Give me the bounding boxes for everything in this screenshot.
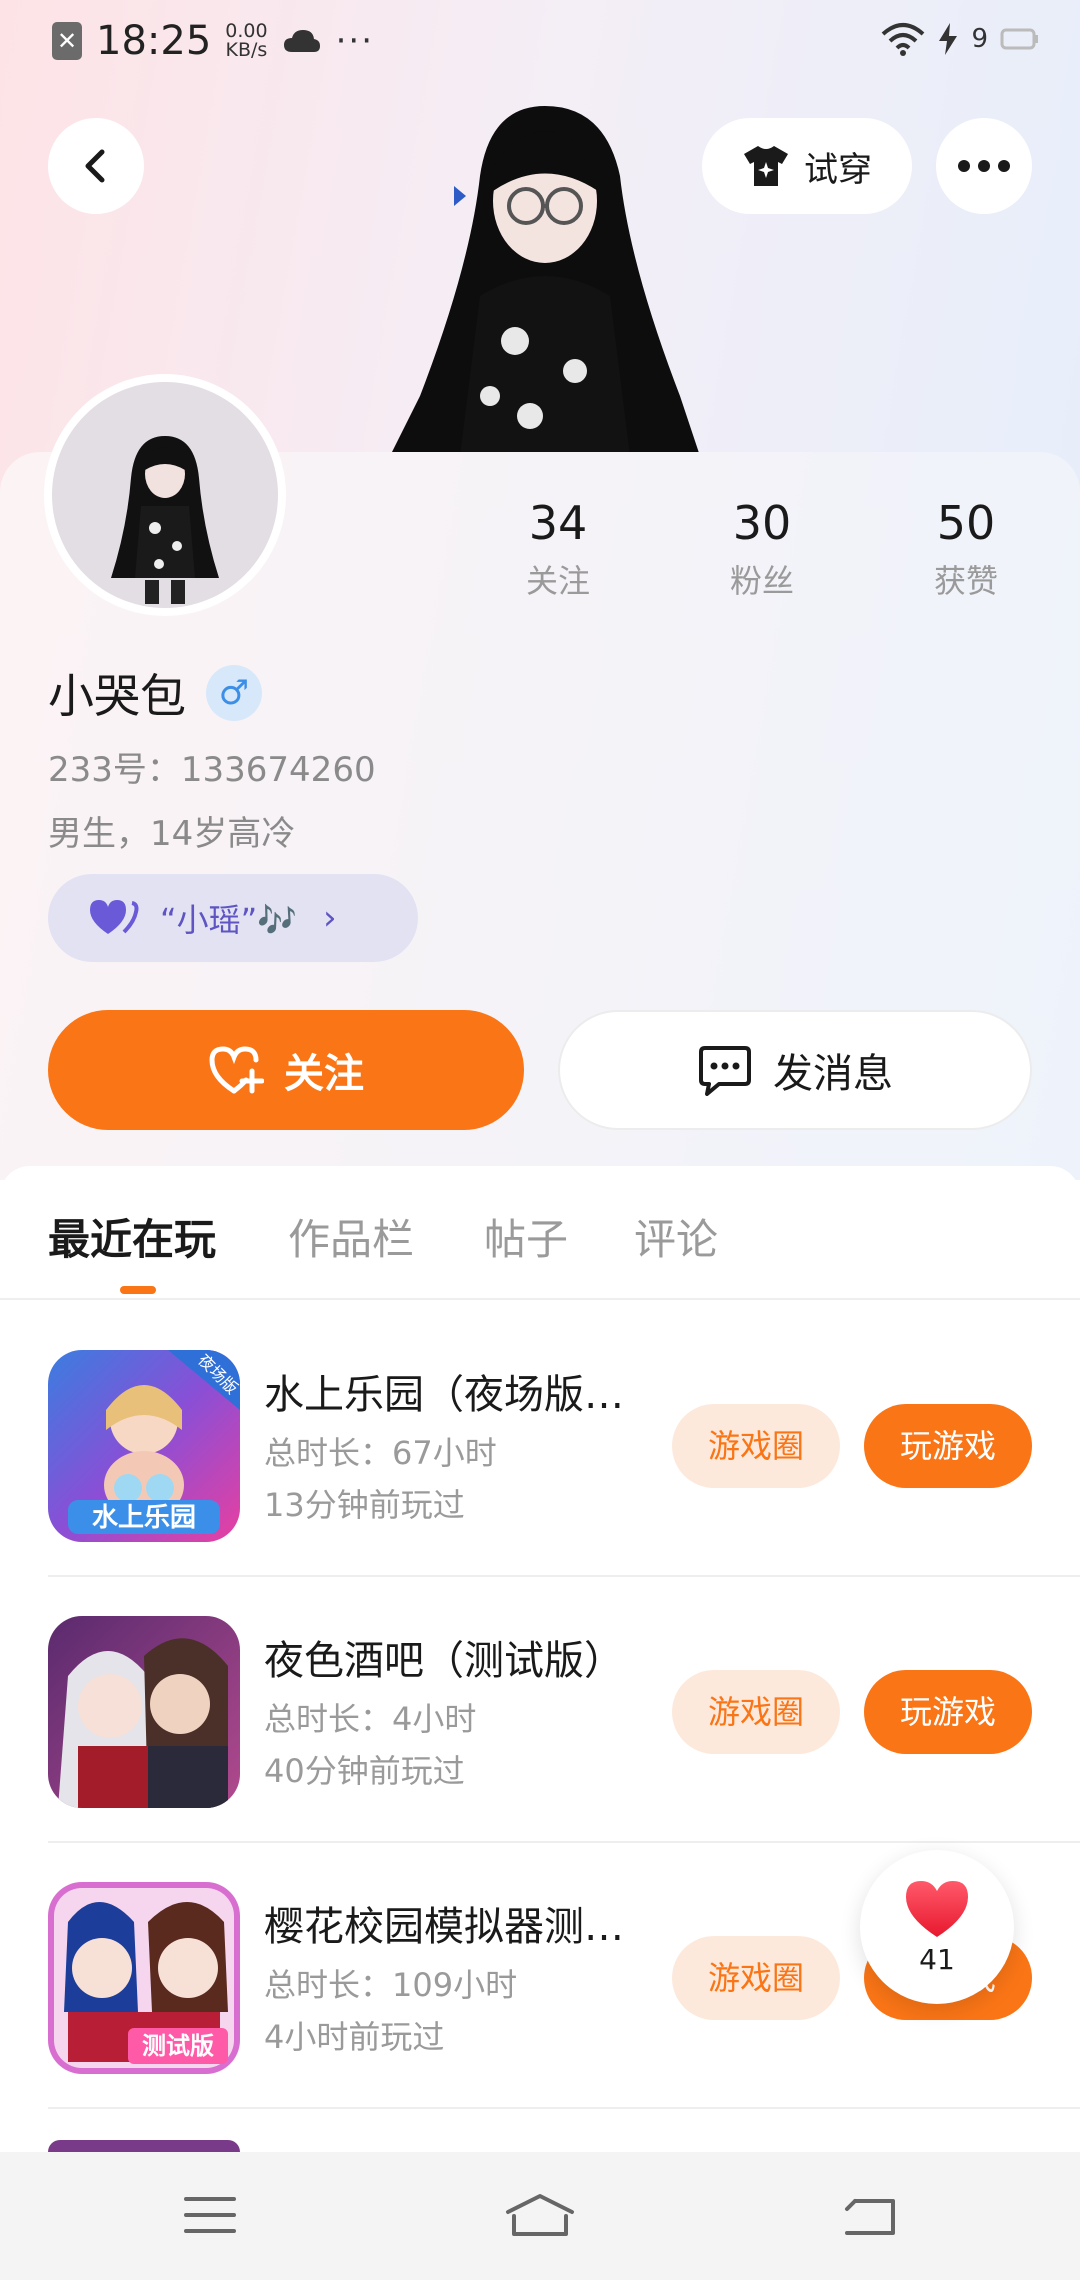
username: 小哭包 <box>48 669 186 723</box>
name-row: 小哭包 ♂ <box>48 660 262 726</box>
stat-following[interactable]: 34 关注 <box>478 496 638 602</box>
game-icon[interactable]: 测试版 <box>48 1882 240 2074</box>
floating-like-button[interactable]: 41 <box>860 1850 1014 2004</box>
game-circle-button[interactable]: 游戏圈 <box>672 1936 840 2020</box>
back-arrow-icon <box>845 2199 895 2235</box>
more-options-button[interactable] <box>936 118 1032 214</box>
game-circle-button[interactable]: 游戏圈 <box>672 1404 840 1488</box>
follow-label: 关注 <box>284 1051 364 1097</box>
battery-level: 9 <box>971 24 988 54</box>
game-duration: 总时长：109小时 <box>264 1966 518 2004</box>
game-icon[interactable]: 水上乐园 夜场版 <box>48 1350 240 1542</box>
status-bar: ✕ 18:25 0.00 KB/s ··· 9 <box>0 0 1080 90</box>
stat-label: 粉丝 <box>729 562 794 600</box>
game-icon[interactable] <box>48 1616 240 1808</box>
heart-icon <box>906 1880 968 1937</box>
relationship-tag-label: “小瑶”🎶 <box>160 901 298 939</box>
game-icon-text: 水上乐园 <box>92 1503 196 1533</box>
relationship-tag[interactable]: “小瑶”🎶 › <box>48 874 418 962</box>
stat-likes[interactable]: 50 获赞 <box>886 496 1046 602</box>
tab-works[interactable]: 作品栏 <box>288 1206 414 1267</box>
content-tabs: 最近在玩 作品栏 帖子 评论 <box>0 1166 1080 1300</box>
network-speed: 0.00 KB/s <box>225 20 268 61</box>
try-on-button[interactable]: 试穿 <box>702 118 912 214</box>
game-title: 夜色酒吧（测试版） <box>264 1638 624 1684</box>
menu-icon <box>184 2197 236 2233</box>
chevron-right-icon: › <box>323 898 337 938</box>
divider <box>48 2107 1080 2109</box>
active-tab-indicator <box>120 1286 156 1294</box>
user-id: 233号：133674260 <box>48 750 376 790</box>
tab-posts[interactable]: 帖子 <box>484 1206 568 1267</box>
battery-icon <box>1000 28 1038 50</box>
tshirt-icon <box>744 146 788 186</box>
stat-label: 关注 <box>525 562 590 600</box>
status-time: 18:25 <box>96 18 212 64</box>
tab-comments[interactable]: 评论 <box>634 1206 718 1267</box>
avatar[interactable] <box>44 374 286 616</box>
more-dots-icon <box>958 160 1010 172</box>
user-bio: 男生，14岁高冷 <box>48 814 296 854</box>
chevron-left-icon <box>85 149 105 183</box>
stat-followers[interactable]: 30 粉丝 <box>682 496 842 602</box>
follow-button[interactable]: 关注 <box>48 1010 524 1130</box>
game-title: 水上乐园（夜场版… <box>264 1372 624 1418</box>
notification-icon: ✕ <box>52 22 82 60</box>
back-nav-button[interactable] <box>830 2180 910 2250</box>
stat-label: 获赞 <box>933 562 998 600</box>
avatar-character-figure <box>380 96 710 456</box>
game-title: 樱花校园模拟器测… <box>264 1904 624 1950</box>
try-on-label: 试穿 <box>804 149 872 190</box>
avatar-figure <box>111 436 219 604</box>
game-circle-button[interactable]: 游戏圈 <box>672 1670 840 1754</box>
home-nav-button[interactable] <box>500 2180 580 2250</box>
stat-value: 34 <box>528 496 588 550</box>
heart-plus-icon <box>209 1046 264 1094</box>
status-more: ··· <box>335 21 375 61</box>
game-duration: 总时长：67小时 <box>264 1434 497 1472</box>
cloud-icon <box>283 30 320 52</box>
chat-bubble-icon <box>699 1046 751 1096</box>
heart-pair-icon <box>90 900 139 934</box>
list-item[interactable]: 水上乐园 夜场版 水上乐园（夜场版… 总时长：67小时 13分钟前玩过 游戏圈 … <box>0 1300 1080 1566</box>
game-icon-partial <box>48 2140 240 2152</box>
game-last-played: 13分钟前玩过 <box>264 1486 465 1524</box>
list-item[interactable]: 夜色酒吧（测试版） 总时长：4小时 40分钟前玩过 游戏圈 玩游戏 <box>0 1566 1080 1832</box>
system-navigation-bar <box>0 2152 1080 2280</box>
wifi-icon <box>882 23 925 56</box>
like-count: 41 <box>919 1942 955 1976</box>
charging-icon <box>939 23 958 55</box>
stat-value: 50 <box>936 496 996 550</box>
gender-male-icon: ♂ <box>206 665 262 721</box>
stat-value: 30 <box>732 496 792 550</box>
play-game-button[interactable]: 玩游戏 <box>864 1670 1032 1754</box>
menu-nav-button[interactable] <box>170 2180 250 2250</box>
game-duration: 总时长：4小时 <box>264 1700 477 1738</box>
play-game-button[interactable]: 玩游戏 <box>864 1404 1032 1488</box>
game-icon-text: 测试版 <box>142 2032 214 2060</box>
back-button[interactable] <box>48 118 144 214</box>
tab-recently-played[interactable]: 最近在玩 <box>48 1206 216 1267</box>
game-last-played: 4小时前玩过 <box>264 2018 445 2056</box>
send-message-button[interactable]: 发消息 <box>558 1010 1032 1130</box>
home-icon <box>506 2194 574 2236</box>
game-last-played: 40分钟前玩过 <box>264 1752 465 1790</box>
send-message-label: 发消息 <box>773 1051 893 1097</box>
